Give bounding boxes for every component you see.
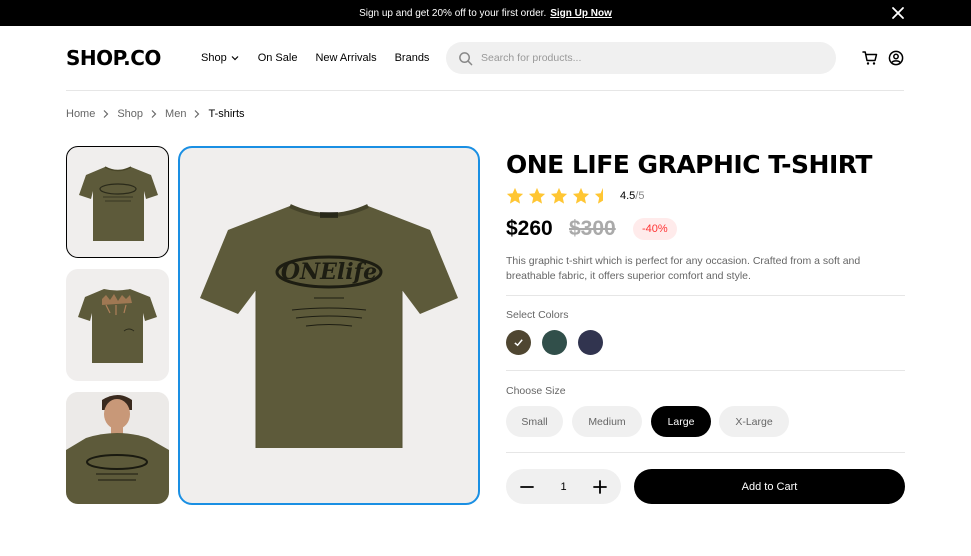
thumbnail-front[interactable] [66, 146, 169, 258]
nav-item-label: New Arrivals [315, 52, 377, 64]
breadcrumb-men[interactable]: Men [165, 108, 186, 120]
announcement-bar: Sign up and get 20% off to your first or… [0, 0, 971, 26]
breadcrumb-home[interactable]: Home [66, 108, 95, 120]
search-bar [446, 42, 836, 74]
breadcrumb-shop[interactable]: Shop [117, 108, 143, 120]
size-label: Choose Size [506, 385, 566, 397]
current-price: $260 [506, 217, 553, 240]
color-swatch-olive[interactable] [506, 330, 531, 355]
sign-up-link[interactable]: Sign Up Now [550, 8, 612, 19]
divider [506, 452, 905, 453]
breadcrumb: Home Shop Men T-shirts [66, 108, 245, 120]
chevron-right-icon [103, 110, 109, 118]
nav-item-label: Shop [201, 52, 227, 64]
tshirt-back-image [78, 289, 157, 363]
breadcrumb-current: T-shirts [208, 108, 245, 120]
rating-max: /5 [635, 190, 645, 202]
nav-item-shop[interactable]: Shop [201, 52, 240, 64]
logo[interactable]: SHOP.CO [66, 46, 161, 70]
divider [506, 370, 905, 371]
star-icon [550, 187, 568, 204]
add-to-cart-button[interactable]: Add to Cart [634, 469, 905, 504]
thumbnail-model[interactable] [66, 392, 169, 504]
product-title: ONE LIFE GRAPHIC T-SHIRT [506, 150, 872, 179]
search-icon [459, 51, 473, 65]
product-description: This graphic t-shirt which is perfect fo… [506, 255, 861, 282]
tshirt-main-image: ONElife [200, 204, 458, 448]
nav-item-on-sale[interactable]: On Sale [258, 52, 298, 64]
close-icon[interactable] [891, 6, 905, 20]
half-star-icon [594, 187, 603, 204]
cart-icon[interactable] [862, 50, 878, 66]
main-nav: Shop On Sale New Arrivals Brands [201, 52, 429, 64]
model-wearing-tshirt-image [66, 392, 169, 504]
tshirt-graphic-text: ONElife [281, 259, 377, 285]
original-price: $300 [569, 217, 616, 240]
divider [506, 295, 905, 296]
size-x-large[interactable]: X-Large [719, 406, 789, 437]
star-icon [572, 187, 590, 204]
nav-item-label: On Sale [257, 52, 298, 64]
size-medium[interactable]: Medium [572, 406, 642, 437]
check-icon [514, 339, 523, 347]
account-icon[interactable] [888, 50, 904, 66]
chevron-down-icon [231, 56, 239, 61]
header-divider [66, 90, 904, 91]
product-main-image[interactable]: ONElife [178, 146, 480, 505]
search-input[interactable] [481, 52, 811, 64]
quantity-stepper: 1 [506, 469, 621, 504]
plus-icon[interactable] [593, 479, 607, 494]
thumbnail-back[interactable] [66, 269, 169, 381]
nav-item-new-arrivals[interactable]: New Arrivals [315, 52, 376, 64]
star-icon [506, 187, 524, 204]
tshirt-front-image [79, 166, 158, 241]
star-icon [528, 187, 546, 204]
quantity-value: 1 [560, 480, 567, 493]
minus-icon[interactable] [520, 480, 534, 494]
color-swatch-navy[interactable] [578, 330, 603, 355]
colors-label: Select Colors [506, 309, 569, 321]
rating-text: 4.5/5 [620, 190, 644, 202]
rating-stars: 4.5/5 [506, 187, 644, 205]
announcement-text: Sign up and get 20% off to your first or… [359, 7, 547, 19]
color-swatch-teal[interactable] [542, 330, 567, 355]
nav-item-label: Brands [394, 52, 430, 64]
chevron-right-icon [151, 110, 157, 118]
rating-value: 4.5 [620, 190, 636, 202]
size-small[interactable]: Small [506, 406, 563, 437]
discount-badge: -40% [633, 218, 677, 240]
nav-item-brands[interactable]: Brands [395, 52, 430, 64]
size-large[interactable]: Large [651, 406, 711, 437]
chevron-right-icon [195, 110, 200, 118]
